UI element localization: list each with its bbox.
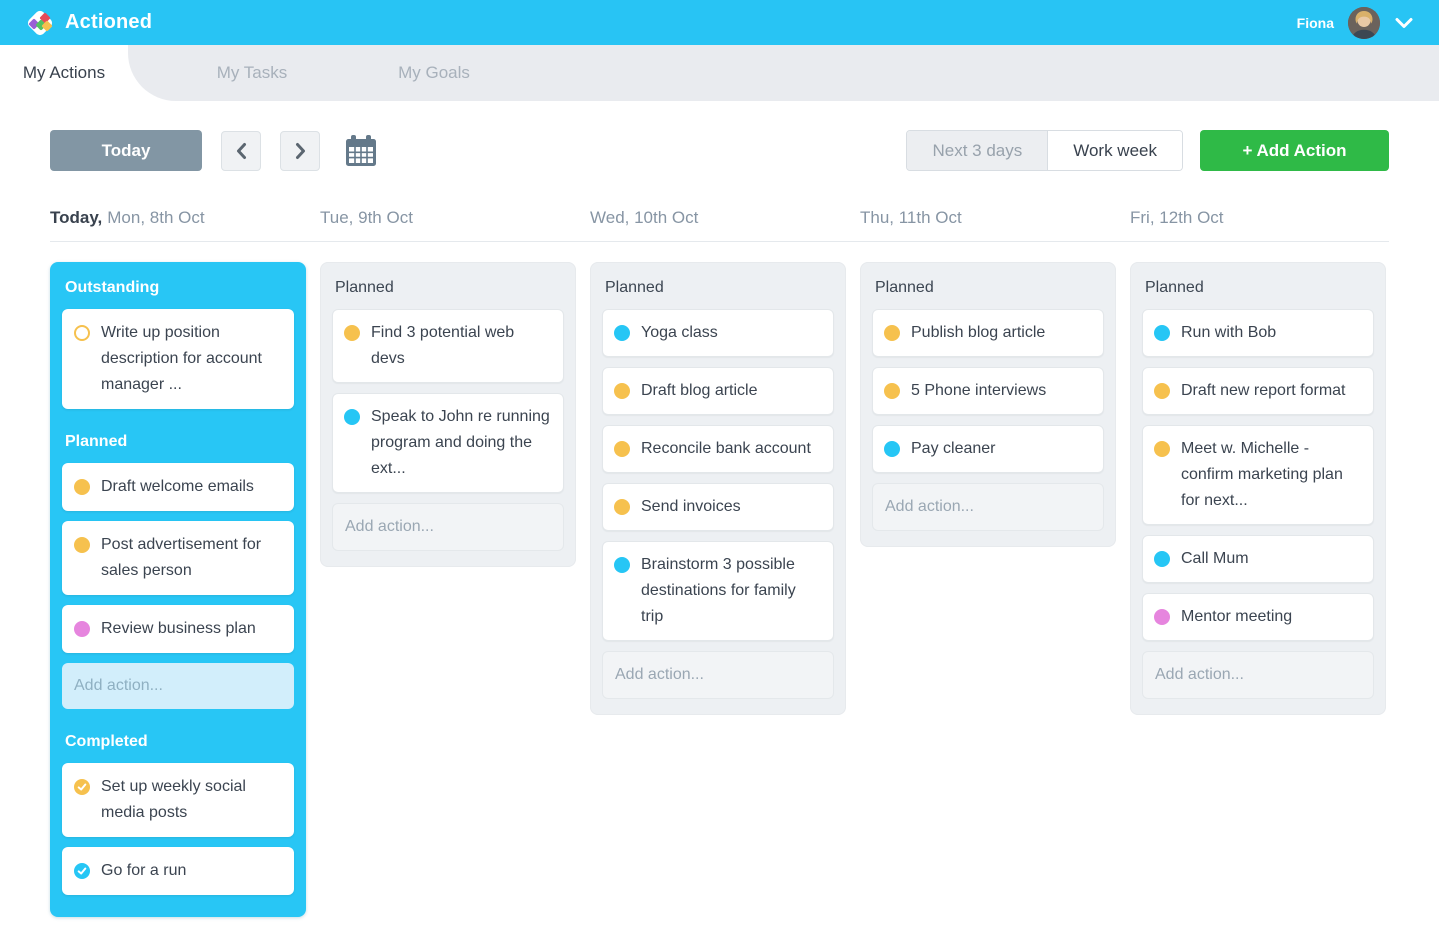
status-dot-yellow-icon: [884, 325, 900, 341]
user-menu: Fiona: [1296, 6, 1419, 39]
calendar-picker-button[interactable]: [343, 134, 379, 168]
date-header: Tue, 9th Oct: [320, 208, 413, 227]
action-card[interactable]: Speak to John re running program and doi…: [332, 393, 564, 493]
view-toggle-next-3-days[interactable]: Next 3 days: [907, 131, 1048, 170]
status-dot-yellow-icon: [344, 325, 360, 341]
action-card[interactable]: Yoga class: [602, 309, 834, 357]
add-action-button[interactable]: + Add Action: [1200, 130, 1389, 171]
action-card[interactable]: Post advertisement for sales person: [62, 521, 294, 595]
avatar[interactable]: [1348, 6, 1380, 39]
tab-my-goals[interactable]: My Goals: [360, 45, 508, 101]
user-name: Fiona: [1296, 14, 1334, 31]
action-card[interactable]: Find 3 potential web devs: [332, 309, 564, 383]
next-day-button[interactable]: [280, 130, 320, 171]
check-circle-cyan-icon: [74, 863, 90, 879]
action-card[interactable]: Send invoices: [602, 483, 834, 531]
status-dot-yellow-icon: [74, 479, 90, 495]
header-divider: [50, 241, 1389, 242]
section-planned: Planned Find 3 potential web devs Speak …: [332, 279, 564, 551]
view-toggle: Next 3 days Work week: [906, 130, 1183, 171]
section-planned: Planned Yoga class Draft blog article Re…: [602, 279, 834, 699]
chevron-right-icon: [295, 142, 305, 159]
action-card[interactable]: Draft welcome emails: [62, 463, 294, 511]
today-label: Today,: [50, 208, 103, 227]
date-header: Wed, 10th Oct: [590, 208, 699, 227]
section-title: Planned: [335, 279, 394, 296]
action-card[interactable]: Draft new report format: [1142, 367, 1374, 415]
status-dot-yellow-icon: [614, 441, 630, 457]
action-card[interactable]: Go for a run: [62, 847, 294, 895]
status-dot-cyan-icon: [614, 325, 630, 341]
status-dot-outline-yellow-icon: [74, 325, 90, 341]
action-card[interactable]: Run with Bob: [1142, 309, 1374, 357]
action-card[interactable]: Draft blog article: [602, 367, 834, 415]
app-name: Actioned: [65, 11, 153, 33]
day-column-wed: Planned Yoga class Draft blog article Re…: [590, 262, 846, 715]
date-header-row: Today, Mon, 8th Oct Tue, 9th Oct Wed, 10t…: [0, 208, 1439, 228]
add-action-input[interactable]: Add action...: [602, 651, 834, 699]
date-header-today: Today, Mon, 8th Oct: [50, 208, 205, 227]
action-card[interactable]: Reconcile bank account: [602, 425, 834, 473]
tab-my-actions[interactable]: My Actions: [0, 45, 128, 101]
view-toggle-work-week[interactable]: Work week: [1047, 131, 1182, 170]
action-card[interactable]: Review business plan: [62, 605, 294, 653]
add-action-input[interactable]: Add action...: [872, 483, 1104, 531]
section-title: Planned: [65, 433, 128, 450]
section-outstanding: Outstanding Write up position descriptio…: [62, 279, 294, 409]
toolbar-right: Next 3 days Work week + Add Action: [906, 130, 1389, 171]
section-title: Planned: [605, 279, 664, 296]
section-planned: Planned Publish blog article 5 Phone int…: [872, 279, 1104, 531]
status-dot-yellow-icon: [1154, 383, 1170, 399]
section-title: Completed: [65, 733, 148, 750]
chevron-down-icon[interactable]: [1395, 17, 1413, 29]
section-planned: Planned Draft welcome emails Post advert…: [62, 433, 294, 709]
status-dot-cyan-icon: [1154, 551, 1170, 567]
day-column-tue: Planned Find 3 potential web devs Speak …: [320, 262, 576, 567]
actioned-logo-icon: [25, 8, 55, 37]
action-card[interactable]: Meet w. Michelle - confirm marketing pla…: [1142, 425, 1374, 525]
add-action-input[interactable]: Add action...: [1142, 651, 1374, 699]
status-dot-pink-icon: [1154, 609, 1170, 625]
section-title: Planned: [1145, 279, 1204, 296]
status-dot-yellow-icon: [614, 383, 630, 399]
section-title: Planned: [875, 279, 934, 296]
date-header: Thu, 11th Oct: [860, 208, 962, 227]
top-bar: Actioned Fiona: [0, 0, 1439, 45]
day-column-fri: Planned Run with Bob Draft new report fo…: [1130, 262, 1386, 715]
status-dot-cyan-icon: [1154, 325, 1170, 341]
tab-my-tasks[interactable]: My Tasks: [178, 45, 326, 101]
status-dot-cyan-icon: [884, 441, 900, 457]
section-planned: Planned Run with Bob Draft new report fo…: [1142, 279, 1374, 699]
calendar-icon: [346, 134, 376, 166]
action-card[interactable]: Publish blog article: [872, 309, 1104, 357]
add-action-input[interactable]: Add action...: [62, 663, 294, 709]
status-dot-cyan-icon: [614, 557, 630, 573]
week-board: Outstanding Write up position descriptio…: [0, 262, 1439, 917]
action-card[interactable]: Mentor meeting: [1142, 593, 1374, 641]
today-button[interactable]: Today: [50, 130, 202, 171]
action-card[interactable]: Pay cleaner: [872, 425, 1104, 473]
day-column-thu: Planned Publish blog article 5 Phone int…: [860, 262, 1116, 547]
status-dot-yellow-icon: [1154, 441, 1170, 457]
prev-day-button[interactable]: [221, 130, 261, 171]
check-circle-yellow-icon: [74, 779, 90, 795]
section-title: Outstanding: [65, 279, 160, 296]
status-dot-yellow-icon: [884, 383, 900, 399]
action-card[interactable]: Set up weekly social media posts: [62, 763, 294, 837]
status-dot-cyan-icon: [344, 409, 360, 425]
status-dot-yellow-icon: [74, 537, 90, 553]
status-dot-yellow-icon: [614, 499, 630, 515]
tab-bar: My Actions My Tasks My Goals: [0, 45, 1439, 101]
date-header: Fri, 12th Oct: [1130, 208, 1224, 227]
section-completed: Completed Set up weekly social media pos…: [62, 733, 294, 895]
action-card[interactable]: Brainstorm 3 possible destinations for f…: [602, 541, 834, 641]
action-card[interactable]: Call Mum: [1142, 535, 1374, 583]
chevron-left-icon: [236, 142, 246, 159]
toolbar: Today Next 3 days Work week + Add Action: [50, 130, 1389, 171]
action-card[interactable]: 5 Phone interviews: [872, 367, 1104, 415]
add-action-input[interactable]: Add action...: [332, 503, 564, 551]
status-dot-pink-icon: [74, 621, 90, 637]
action-card[interactable]: Write up position description for accoun…: [62, 309, 294, 409]
day-column-today: Outstanding Write up position descriptio…: [50, 262, 306, 917]
